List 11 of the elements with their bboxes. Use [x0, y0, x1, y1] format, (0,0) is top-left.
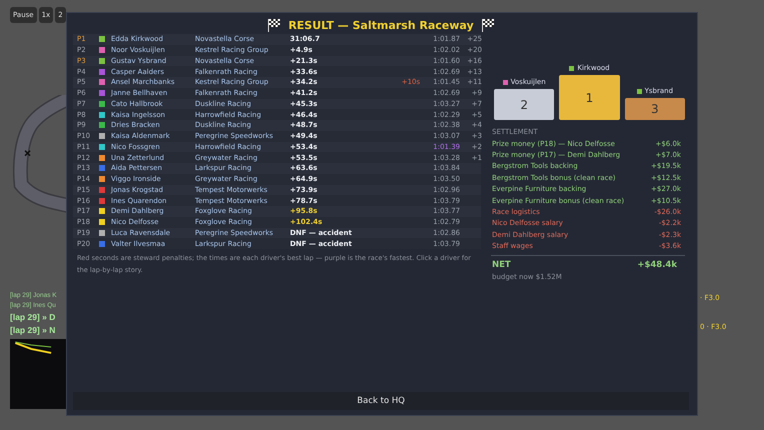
- net-amount: +$48.4k: [637, 260, 677, 270]
- checkered-flag-icon: [268, 18, 280, 32]
- podium-step: 1: [559, 75, 620, 120]
- podium-step: 2: [494, 89, 554, 120]
- podium-step: 3: [624, 98, 685, 120]
- checkered-flag-icon: [482, 18, 494, 32]
- log-line: [lap 29] » D: [10, 312, 56, 322]
- net-label: NET: [492, 260, 511, 270]
- log-line: [lap 29] » N: [10, 325, 56, 336]
- dialog-title: RESULT — Saltmarsh Raceway: [288, 18, 474, 32]
- back-to-hq-button[interactable]: Back to HQ: [73, 392, 689, 410]
